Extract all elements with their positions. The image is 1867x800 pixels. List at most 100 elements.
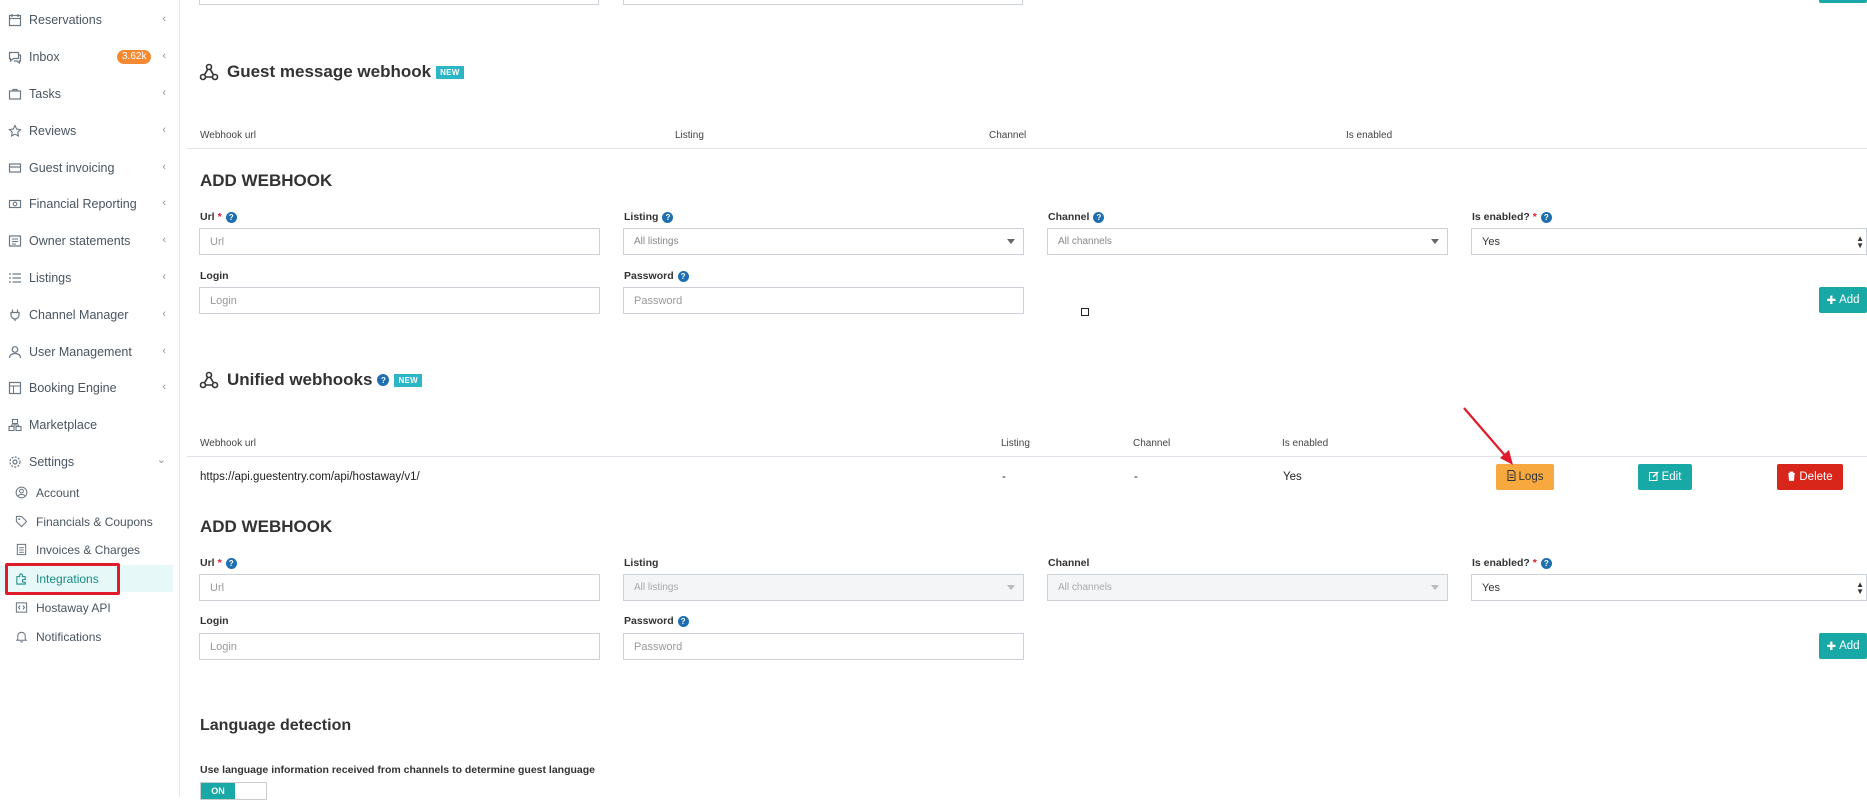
column-header: Listing <box>675 130 704 141</box>
sidebar-item-guest-invoicing[interactable]: Guest invoicing ‹ <box>0 153 180 183</box>
chevron-left-icon: ‹ <box>162 234 166 246</box>
chevron-left-icon: ‹ <box>162 124 166 136</box>
sidebar-item-label: Settings <box>29 455 75 469</box>
password-label: Password? <box>624 270 689 282</box>
listing-select[interactable]: All listings <box>623 228 1024 255</box>
button-label: Add <box>1839 640 1860 652</box>
sidebar-item-label: User Management <box>29 345 132 359</box>
is-enabled-select[interactable]: Yes ▲ ▼ <box>1471 574 1867 601</box>
sidebar-item-label: Guest invoicing <box>29 161 115 175</box>
plus-icon: ✚ <box>1826 641 1837 653</box>
channel-select[interactable]: All channels <box>1047 574 1448 601</box>
column-header: Listing <box>1001 438 1030 449</box>
button-label: Delete <box>1799 471 1833 483</box>
help-icon: ? <box>677 615 689 627</box>
help-icon: ? <box>677 270 689 282</box>
sidebar-item-settings[interactable]: Settings ⌄ <box>0 447 180 477</box>
caret-down-icon <box>1007 239 1015 244</box>
sidebar-subitem-label: Account <box>36 485 80 500</box>
calendar-icon <box>7 12 23 28</box>
sidebar-subitem-hostaway-api[interactable]: Hostaway API <box>0 594 173 621</box>
add-webhook-button[interactable]: ✚ Add <box>1819 287 1867 313</box>
table-divider <box>187 456 1867 457</box>
listing-select-value: All listings <box>634 582 679 593</box>
new-badge: NEW <box>394 373 423 387</box>
sidebar-item-listings[interactable]: Listings ‹ <box>0 263 180 293</box>
help-icon: ? <box>377 374 390 386</box>
caret-down-icon <box>1007 585 1015 590</box>
is-enabled-select[interactable]: Yes ▲ ▼ <box>1471 228 1867 255</box>
inbox-count-badge: 3.62k <box>117 50 152 64</box>
sidebar-item-label: Listings <box>29 271 72 285</box>
sidebar-subitem-notifications[interactable]: Notifications <box>0 623 173 650</box>
language-detection-title: Language detection <box>200 717 352 734</box>
help-icon: ? <box>662 211 674 223</box>
url-input[interactable]: Url <box>199 228 600 255</box>
button-label: Logs <box>1518 471 1544 483</box>
column-header: Webhook url <box>200 438 256 449</box>
list-icon <box>7 270 23 286</box>
is-enabled-label: Is enabled? *? <box>1472 211 1552 223</box>
sidebar-item-label: Marketplace <box>29 418 98 432</box>
chevron-left-icon: ‹ <box>162 345 166 357</box>
listing-label: Listing? <box>624 211 674 223</box>
sidebar-item-user-management[interactable]: User Management ‹ <box>0 337 180 367</box>
annotation-highlight-box <box>5 563 120 595</box>
chevron-left-icon: ‹ <box>162 13 166 25</box>
help-icon: ? <box>225 557 237 569</box>
sidebar-item-reviews[interactable]: Reviews ‹ <box>0 116 180 146</box>
sidebar-item-channel-manager[interactable]: Channel Manager ‹ <box>0 300 180 330</box>
password-input[interactable]: Password <box>623 633 1024 660</box>
gear-icon <box>7 454 23 470</box>
chevron-left-icon: ‹ <box>162 308 166 320</box>
up-down-arrows-icon: ▲ ▼ <box>1856 234 1864 250</box>
sidebar-item-reservations[interactable]: Reservations ‹ <box>0 5 180 35</box>
table-divider <box>187 148 1867 149</box>
sidebar-subitem-label: Hostaway API <box>36 600 111 615</box>
sidebar-subitem-invoices-charges[interactable]: Invoices & Charges <box>0 536 173 563</box>
sidebar-item-label: Booking Engine <box>29 381 117 395</box>
edit-button[interactable]: Edit <box>1638 464 1692 490</box>
is-enabled-label: Is enabled? *? <box>1472 557 1552 569</box>
bell-icon <box>14 630 28 644</box>
webhook-icon <box>199 370 219 390</box>
chevron-left-icon: ‹ <box>162 50 166 62</box>
sidebar-item-label: Inbox <box>29 50 60 64</box>
language-detection-toggle[interactable]: ON <box>200 782 267 800</box>
chevron-left-icon: ‹ <box>162 381 166 393</box>
help-icon: ? <box>225 211 237 223</box>
url-input[interactable]: Url <box>199 574 600 601</box>
file-icon <box>1507 470 1516 484</box>
caret-down-icon <box>1431 585 1439 590</box>
login-label: Login <box>200 270 229 282</box>
sidebar-item-inbox[interactable]: Inbox 3.62k ‹ <box>0 42 180 72</box>
sidebar-item-booking-engine[interactable]: Booking Engine ‹ <box>0 373 180 403</box>
top-partial-button[interactable] <box>1819 0 1867 3</box>
sidebar-item-tasks[interactable]: Tasks ‹ <box>0 79 180 109</box>
main-content: Guest message webhook NEW Webhook url Li… <box>181 0 1867 800</box>
url-label: Url *? <box>200 211 237 223</box>
top-partial-input[interactable] <box>623 0 1023 5</box>
invoice-icon <box>14 543 28 557</box>
sidebar-subitem-financials-coupons[interactable]: Financials & Coupons <box>0 508 173 535</box>
login-input[interactable]: Login <box>199 633 600 660</box>
sidebar-item-label: Channel Manager <box>29 308 129 322</box>
channel-select[interactable]: All channels <box>1047 228 1448 255</box>
add-webhook-heading: ADD WEBHOOK <box>200 517 333 536</box>
listing-select[interactable]: All listings <box>623 574 1024 601</box>
sidebar-item-owner-statements[interactable]: Owner statements ‹ <box>0 226 180 256</box>
is-enabled-value: Yes <box>1482 235 1500 248</box>
chevron-down-icon: ⌄ <box>156 454 166 466</box>
add-webhook-heading: ADD WEBHOOK <box>200 171 333 190</box>
top-partial-input[interactable] <box>199 0 599 5</box>
sidebar-subitem-account[interactable]: Account <box>0 479 173 506</box>
password-input[interactable]: Password <box>623 287 1024 314</box>
login-input[interactable]: Login <box>199 287 600 314</box>
sidebar-item-financial-reporting[interactable]: Financial Reporting ‹ <box>0 189 180 219</box>
is-enabled-value: Yes <box>1482 581 1500 594</box>
chat-icon <box>7 49 23 65</box>
trash-icon <box>1787 471 1796 484</box>
sidebar-item-marketplace[interactable]: Marketplace <box>0 410 180 440</box>
delete-button[interactable]: Delete <box>1777 464 1843 490</box>
add-webhook-button[interactable]: ✚ Add <box>1819 633 1867 659</box>
